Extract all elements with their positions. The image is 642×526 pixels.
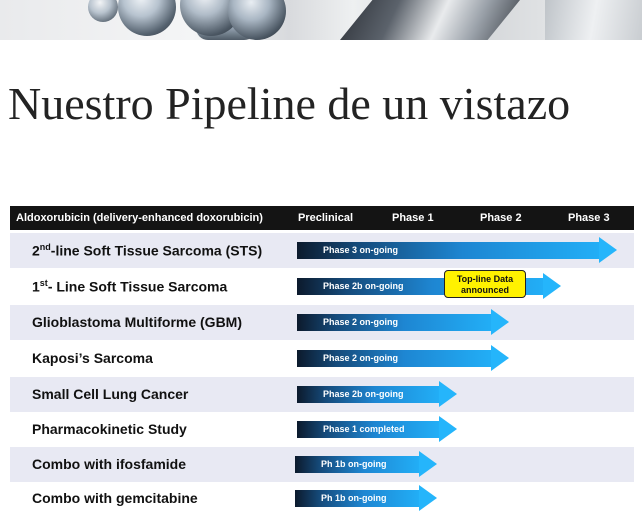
header-drug: Aldoxorubicin (delivery-enhanced doxorub…: [16, 212, 263, 224]
status-label: Phase 2 on-going: [323, 353, 399, 363]
header-preclinical: Preclinical: [298, 212, 354, 224]
status-label: Ph 1b on-going: [321, 493, 387, 503]
table-row-sclc: Small Cell Lung Cancer Phase 2b on-going: [10, 377, 634, 412]
status-label: Ph 1b on-going: [321, 459, 387, 469]
row-label: 2nd-line Soft Tissue Sarcoma (STS): [32, 242, 263, 259]
pipeline-table: Aldoxorubicin (delivery-enhanced doxorub…: [10, 206, 634, 516]
table-row-kaposi: Kaposi’s Sarcoma Phase 2 on-going: [10, 341, 634, 376]
progress-arrow: Ph 1b on-going: [295, 485, 437, 512]
progress-arrow: Phase 2 on-going: [297, 309, 509, 336]
header-phase-3: Phase 3: [568, 212, 610, 224]
progress-arrow: Phase 2b on-going: [297, 381, 457, 408]
status-label: Phase 2 on-going: [323, 317, 399, 327]
table-row-sts-1st-line: 1st- Line Soft Tissue Sarcoma Phase 2b o…: [10, 269, 634, 304]
topline-data-callout: Top-line Data announced: [444, 270, 526, 298]
table-row-gbm: Glioblastoma Multiforme (GBM) Phase 2 on…: [10, 305, 634, 340]
progress-arrow: Ph 1b on-going: [295, 451, 437, 478]
progress-arrow: Phase 3 on-going: [297, 237, 617, 264]
row-label: Pharmacokinetic Study: [32, 421, 187, 437]
status-label: Phase 1 completed: [323, 424, 405, 434]
callout-line-2: announced: [460, 285, 509, 295]
page-title: Nuestro Pipeline de un vistazo: [8, 78, 571, 129]
header-phase-2: Phase 2: [480, 212, 522, 224]
row-label: Kaposi’s Sarcoma: [32, 350, 153, 366]
progress-arrow: Phase 1 completed: [297, 416, 457, 443]
progress-arrow: Phase 2 on-going: [297, 345, 509, 372]
table-row-gemcitabine: Combo with gemcitabine Ph 1b on-going: [10, 481, 634, 516]
header-phase-1: Phase 1: [392, 212, 434, 224]
row-label: Glioblastoma Multiforme (GBM): [32, 314, 242, 330]
status-label: Phase 2b on-going: [323, 389, 404, 399]
row-label: Combo with ifosfamide: [32, 456, 186, 472]
molecule-banner-image: [0, 0, 642, 40]
table-row-pk-study: Pharmacokinetic Study Phase 1 completed: [10, 412, 634, 447]
status-label: Phase 3 on-going: [323, 245, 399, 255]
row-label: 1st- Line Soft Tissue Sarcoma: [32, 278, 228, 295]
callout-line-1: Top-line Data: [456, 274, 514, 284]
table-header: Aldoxorubicin (delivery-enhanced doxorub…: [10, 206, 634, 230]
row-label: Small Cell Lung Cancer: [32, 386, 189, 402]
status-label: Phase 2b on-going: [323, 281, 404, 291]
row-label: Combo with gemcitabine: [32, 490, 198, 506]
table-row-sts-2nd-line: 2nd-line Soft Tissue Sarcoma (STS) Phase…: [10, 233, 634, 268]
table-row-ifosfamide: Combo with ifosfamide Ph 1b on-going: [10, 447, 634, 482]
